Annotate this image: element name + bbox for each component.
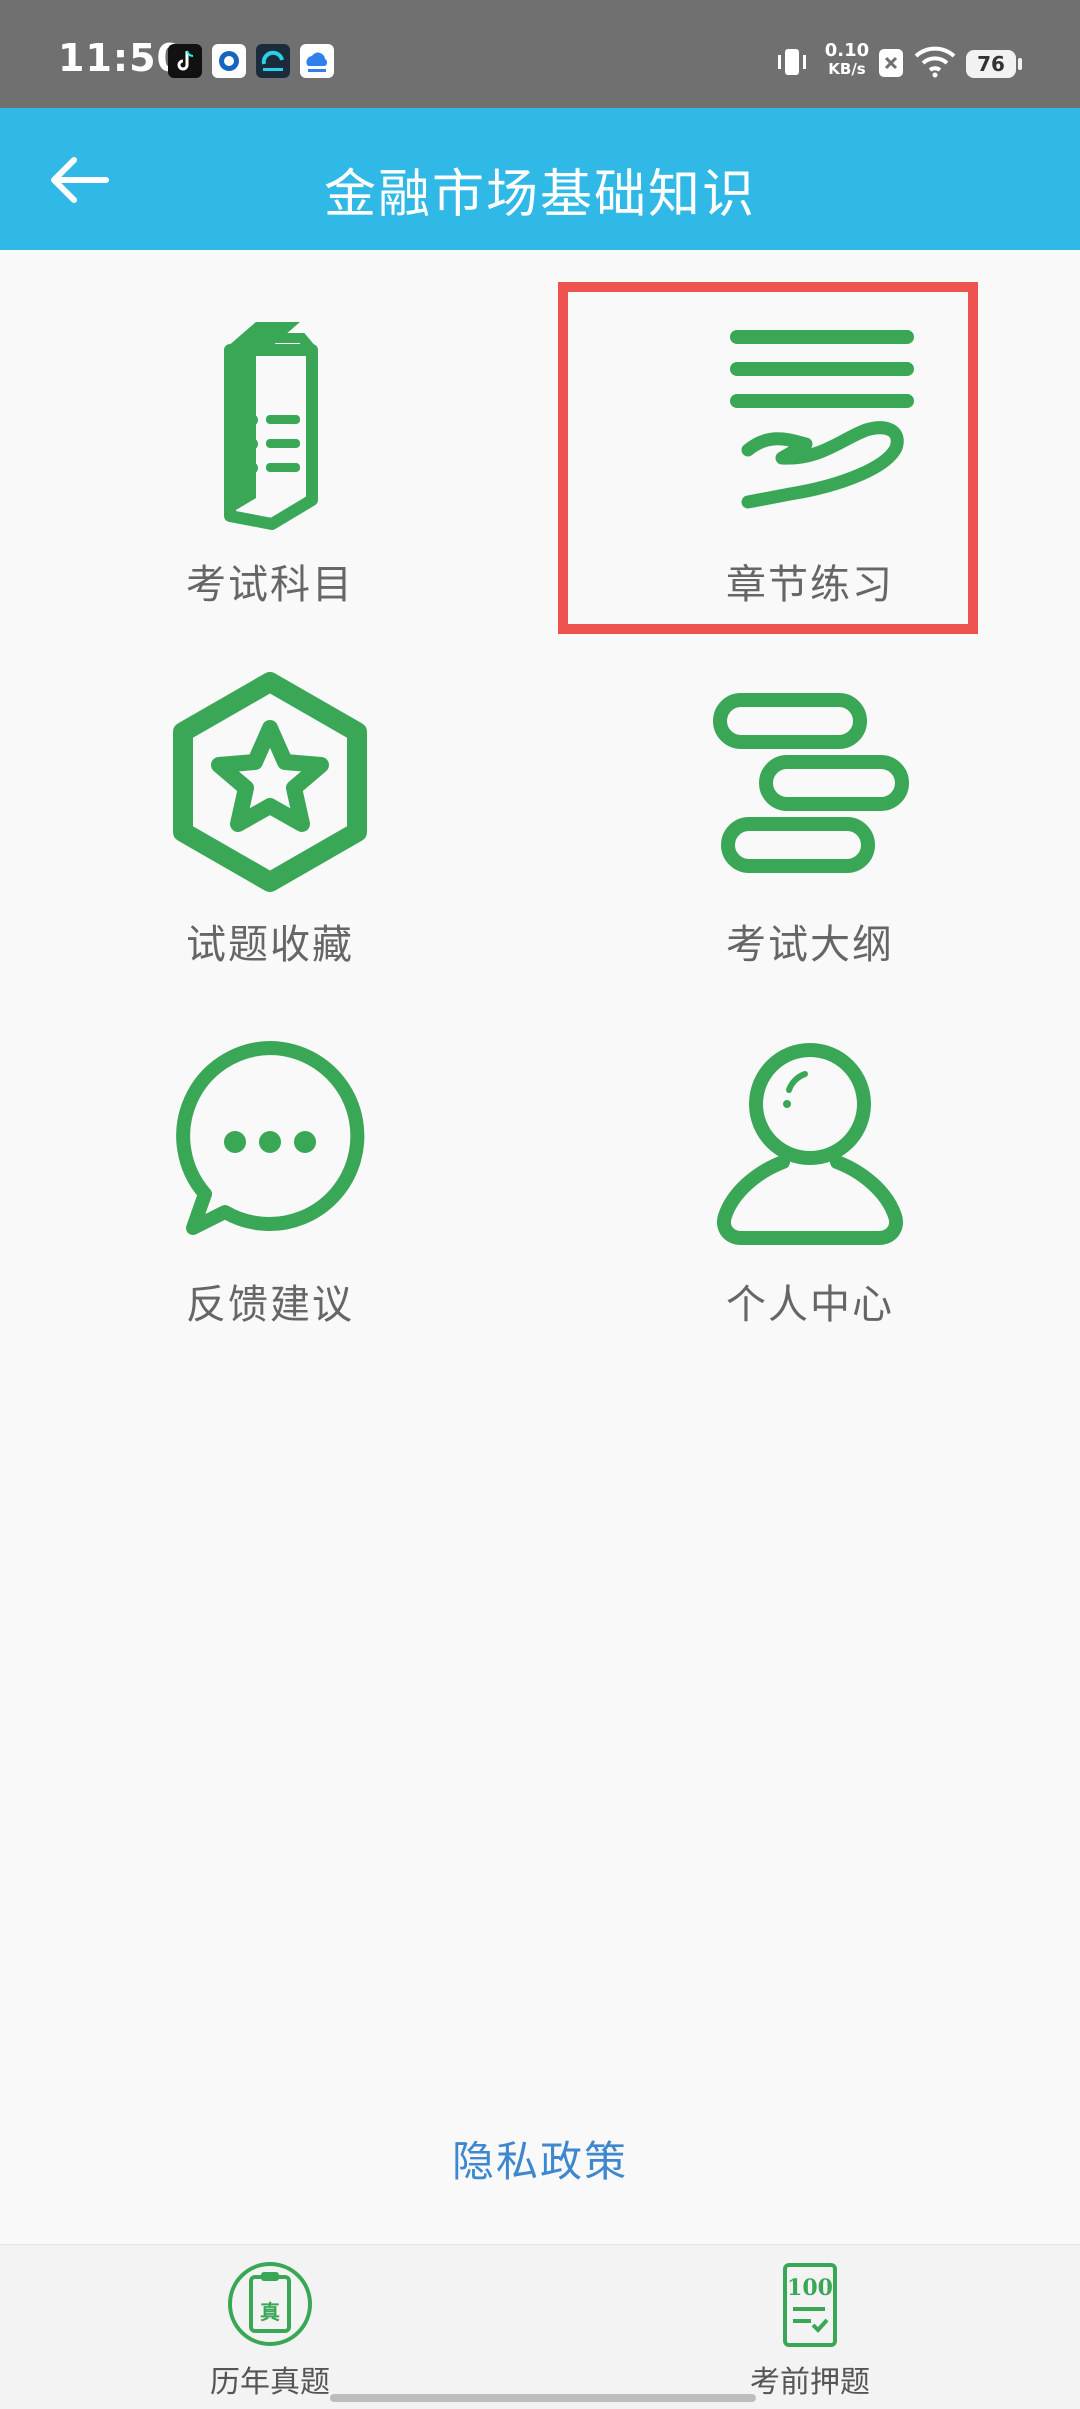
score-100-icon: 100 [783, 2263, 837, 2347]
nav-item-past-papers[interactable]: 真 历年真题 [170, 2261, 370, 2401]
page-title: 金融市场基础知识 [323, 165, 756, 225]
privacy-policy-link[interactable]: 隐私政策 [0, 2128, 1080, 2189]
bottom-nav: 真 历年真题 100 考前押题 [0, 2244, 1080, 2409]
network-speed: 0.10 KB/s [824, 40, 870, 79]
grid-item-exam-subjects[interactable]: 考试科目 [110, 310, 430, 610]
star-hexagon-icon [173, 672, 367, 892]
vibrate-icon [774, 44, 810, 84]
past-papers-icon: 真 [228, 2262, 312, 2346]
battery-icon: 76 [966, 50, 1016, 78]
exam-book-icon [224, 322, 318, 530]
chat-bubble-icon [176, 1041, 365, 1235]
app-cloud-icon [300, 44, 334, 78]
app-header: 金融市场基础知识 [0, 108, 1080, 250]
grid-item-feedback[interactable]: 反馈建议 [110, 1030, 430, 1330]
outline-icon [713, 693, 909, 873]
wifi-icon [914, 46, 956, 82]
grid-item-syllabus[interactable]: 考试大纲 [650, 670, 970, 970]
highlight-box [558, 282, 978, 634]
grid-item-label: 考试科目 [186, 562, 354, 608]
battery-tip [1018, 58, 1022, 70]
nav-item-predicted-questions[interactable]: 100 考前押题 [710, 2261, 910, 2401]
home-indicator[interactable] [330, 2394, 756, 2402]
grid-item-favorites[interactable]: 试题收藏 [110, 670, 430, 970]
status-bar: 11:50 0.10 KB/s 76 [0, 0, 1080, 108]
grid-item-profile[interactable]: 个人中心 [650, 1030, 970, 1330]
user-icon [717, 1043, 903, 1245]
status-time: 11:50 [58, 36, 184, 80]
app-cyan-icon [256, 44, 290, 78]
badge-char: 真 [260, 2300, 280, 2324]
grid-item-label: 反馈建议 [186, 1282, 354, 1328]
app-blue-icon [212, 44, 246, 78]
sim-off-icon [878, 48, 904, 82]
grid-item-label: 试题收藏 [186, 922, 354, 968]
grid-item-label: 考试大纲 [726, 922, 894, 968]
badge-text: 100 [787, 2275, 833, 2301]
grid-item-label: 个人中心 [726, 1282, 894, 1328]
tiktok-icon [168, 44, 202, 78]
